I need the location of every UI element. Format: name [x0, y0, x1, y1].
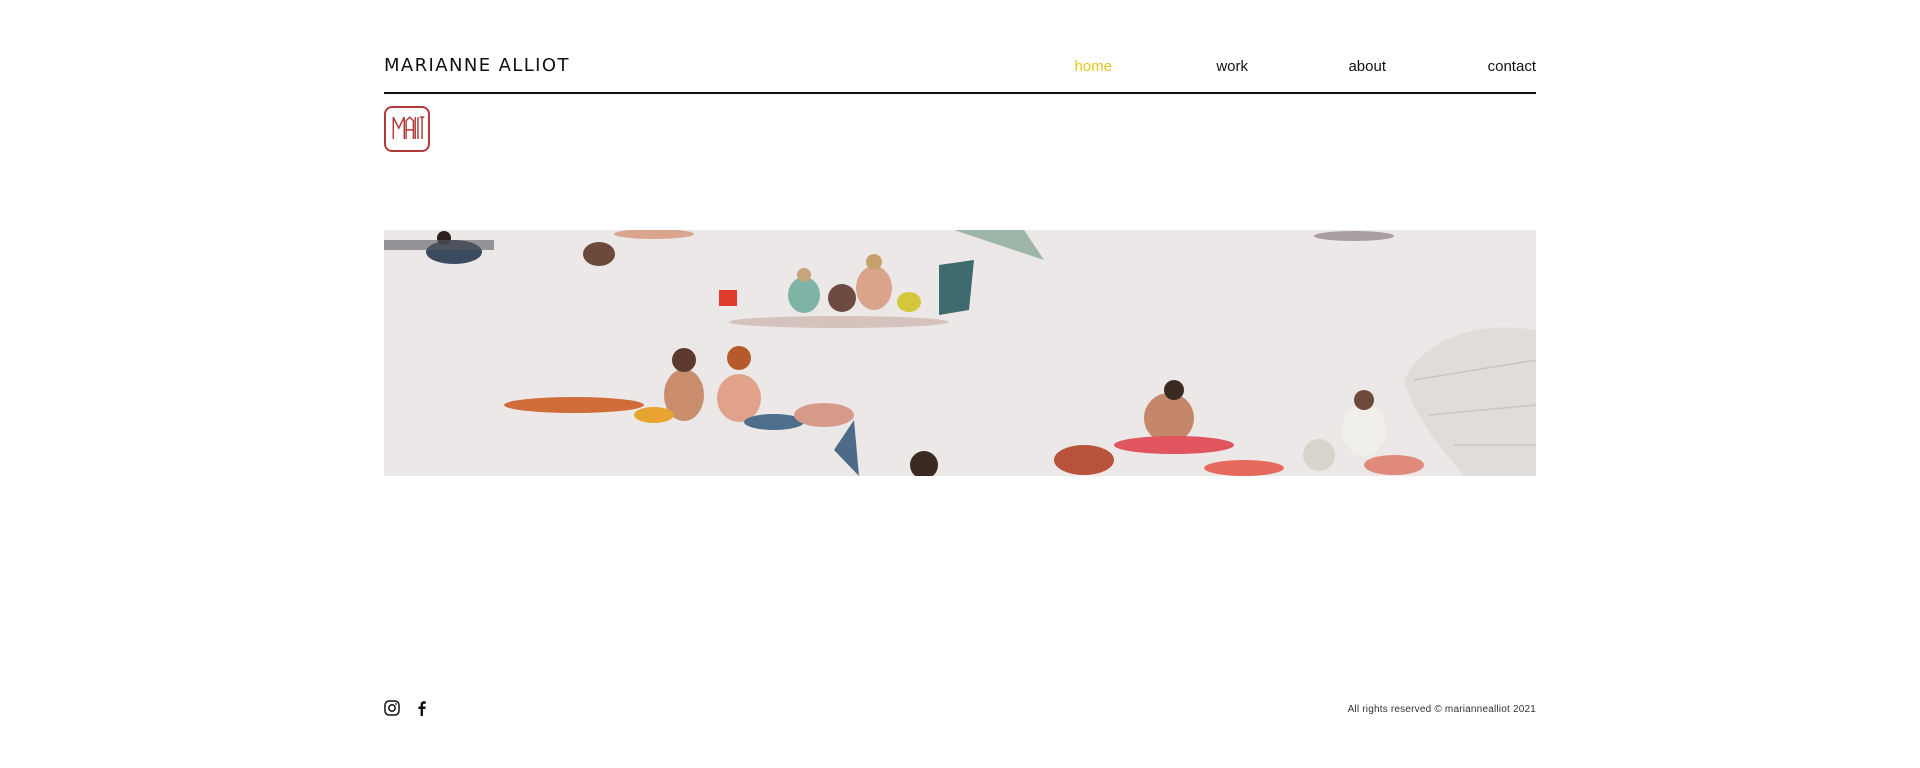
nav-contact[interactable]: contact — [1488, 58, 1536, 75]
facebook-icon — [418, 701, 426, 716]
logo-seal[interactable] — [384, 106, 430, 152]
nav-work[interactable]: work — [1216, 58, 1248, 75]
beach-scene-image — [384, 230, 1536, 476]
site-header: MARIANNE ALLIOT home work about contact — [384, 52, 1536, 94]
instagram-icon — [384, 700, 400, 716]
nav-home[interactable]: home — [1074, 58, 1112, 75]
social-links — [384, 700, 430, 716]
instagram-link[interactable] — [384, 700, 400, 716]
copyright-text: All rights reserved © mariannealliot 202… — [1347, 704, 1536, 715]
facebook-link[interactable] — [414, 700, 430, 716]
hero-painting[interactable] — [384, 230, 1536, 476]
site-title[interactable]: MARIANNE ALLIOT — [384, 55, 570, 76]
nav-about[interactable]: about — [1348, 58, 1386, 75]
seal-icon — [392, 116, 425, 140]
